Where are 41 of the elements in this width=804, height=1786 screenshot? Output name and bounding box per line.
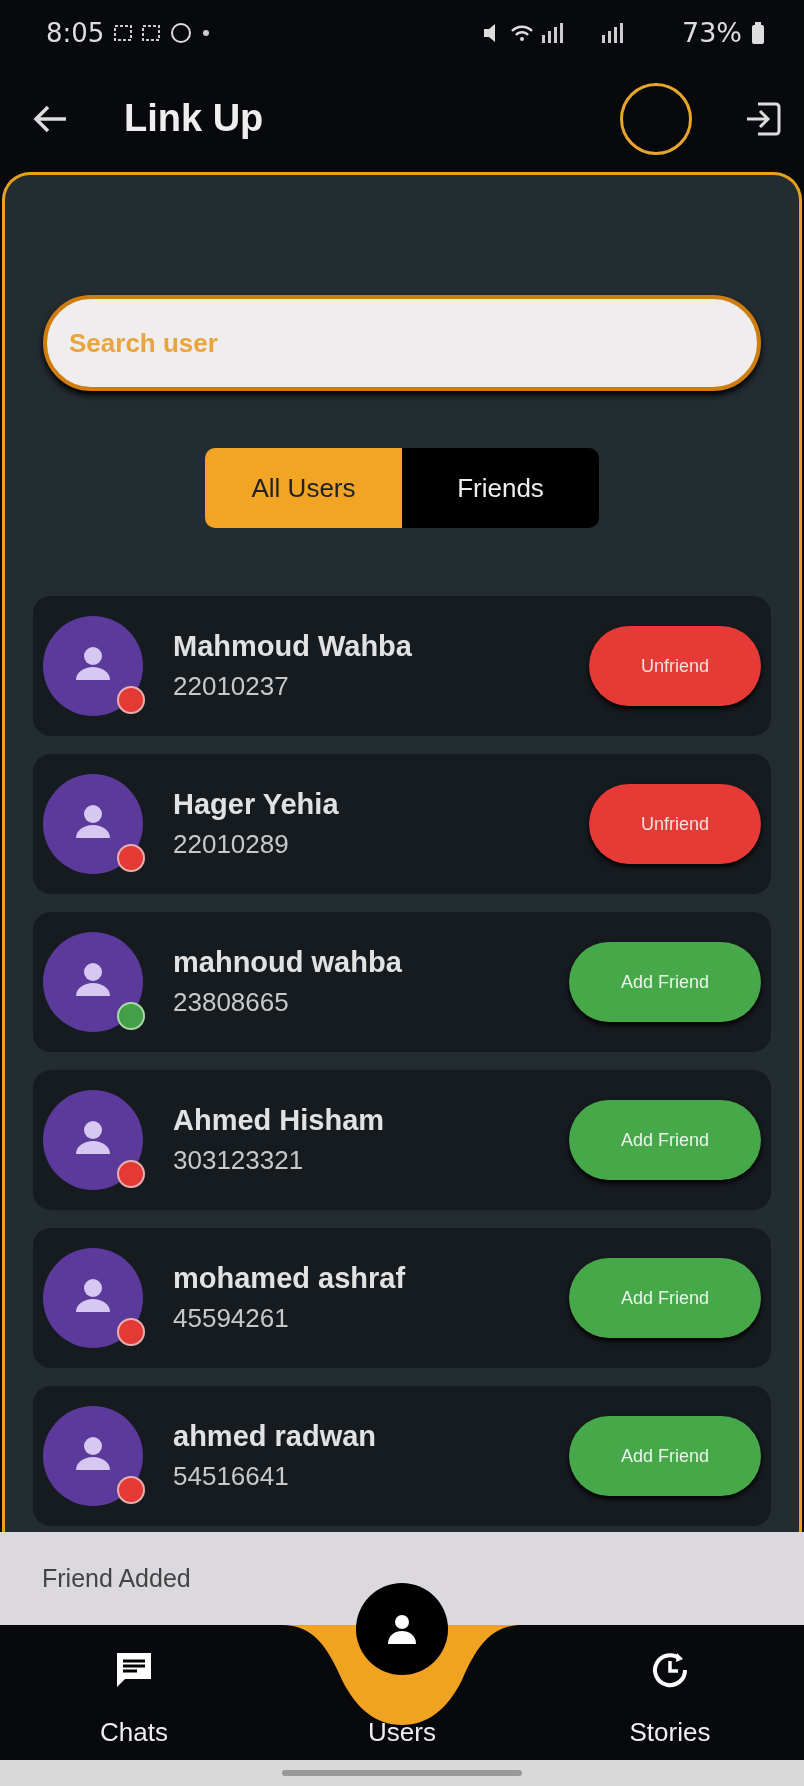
avatar-icon [43, 1406, 143, 1506]
search-field[interactable]: Search user [43, 295, 761, 391]
friend-button[interactable]: Unfriend [589, 784, 761, 864]
battery-icon [752, 21, 764, 44]
user-id: 303123321 [173, 1145, 305, 1176]
user-name: Hager Yehia [173, 788, 340, 821]
avatar-icon [43, 774, 143, 874]
screenshot-icon [114, 24, 133, 41]
screenshot-icon [142, 24, 161, 41]
friend-button[interactable]: Add Friend [569, 942, 761, 1022]
avatar-icon [43, 932, 143, 1032]
friend-button[interactable]: Add Friend [569, 1258, 761, 1338]
avatar-icon [43, 1090, 143, 1190]
snackbar-message: Friend Added [42, 1564, 191, 1593]
filter-tab[interactable]: All Users [205, 448, 402, 528]
user-name: mohamed ashraf [173, 1262, 407, 1295]
user-name: Mahmoud Wahba [173, 630, 413, 663]
avatar-icon [43, 1248, 143, 1348]
dot-icon [202, 28, 211, 37]
battery-level: 73% [682, 17, 742, 48]
app-title: Link Up [124, 97, 264, 140]
user-name: ahmed radwan [173, 1420, 378, 1453]
status-time: 8:05 [46, 17, 105, 48]
avatar-icon [43, 616, 143, 716]
friend-button[interactable]: Add Friend [569, 1100, 761, 1180]
nav-tab[interactable]: Chats [0, 1625, 268, 1760]
filter-tab[interactable]: Friends [402, 448, 599, 528]
friend-button[interactable]: Unfriend [589, 626, 761, 706]
profile-avatar[interactable] [620, 82, 692, 155]
user-id: 54516641 [173, 1461, 290, 1492]
gesture-handle[interactable] [282, 1770, 522, 1776]
nav-tab[interactable]: Users [268, 1625, 536, 1760]
user-id: 23808665 [173, 987, 290, 1018]
user-name: Ahmed Hisham [173, 1104, 386, 1137]
user-id: 45594261 [173, 1303, 290, 1334]
back-icon[interactable] [32, 103, 68, 134]
nav-tab[interactable]: Stories [536, 1625, 804, 1760]
user-name: mahnoud wahba [173, 946, 403, 979]
user-id: 22010237 [173, 671, 290, 702]
user-id: 22010289 [173, 829, 290, 860]
friend-button[interactable]: Add Friend [569, 1416, 761, 1496]
